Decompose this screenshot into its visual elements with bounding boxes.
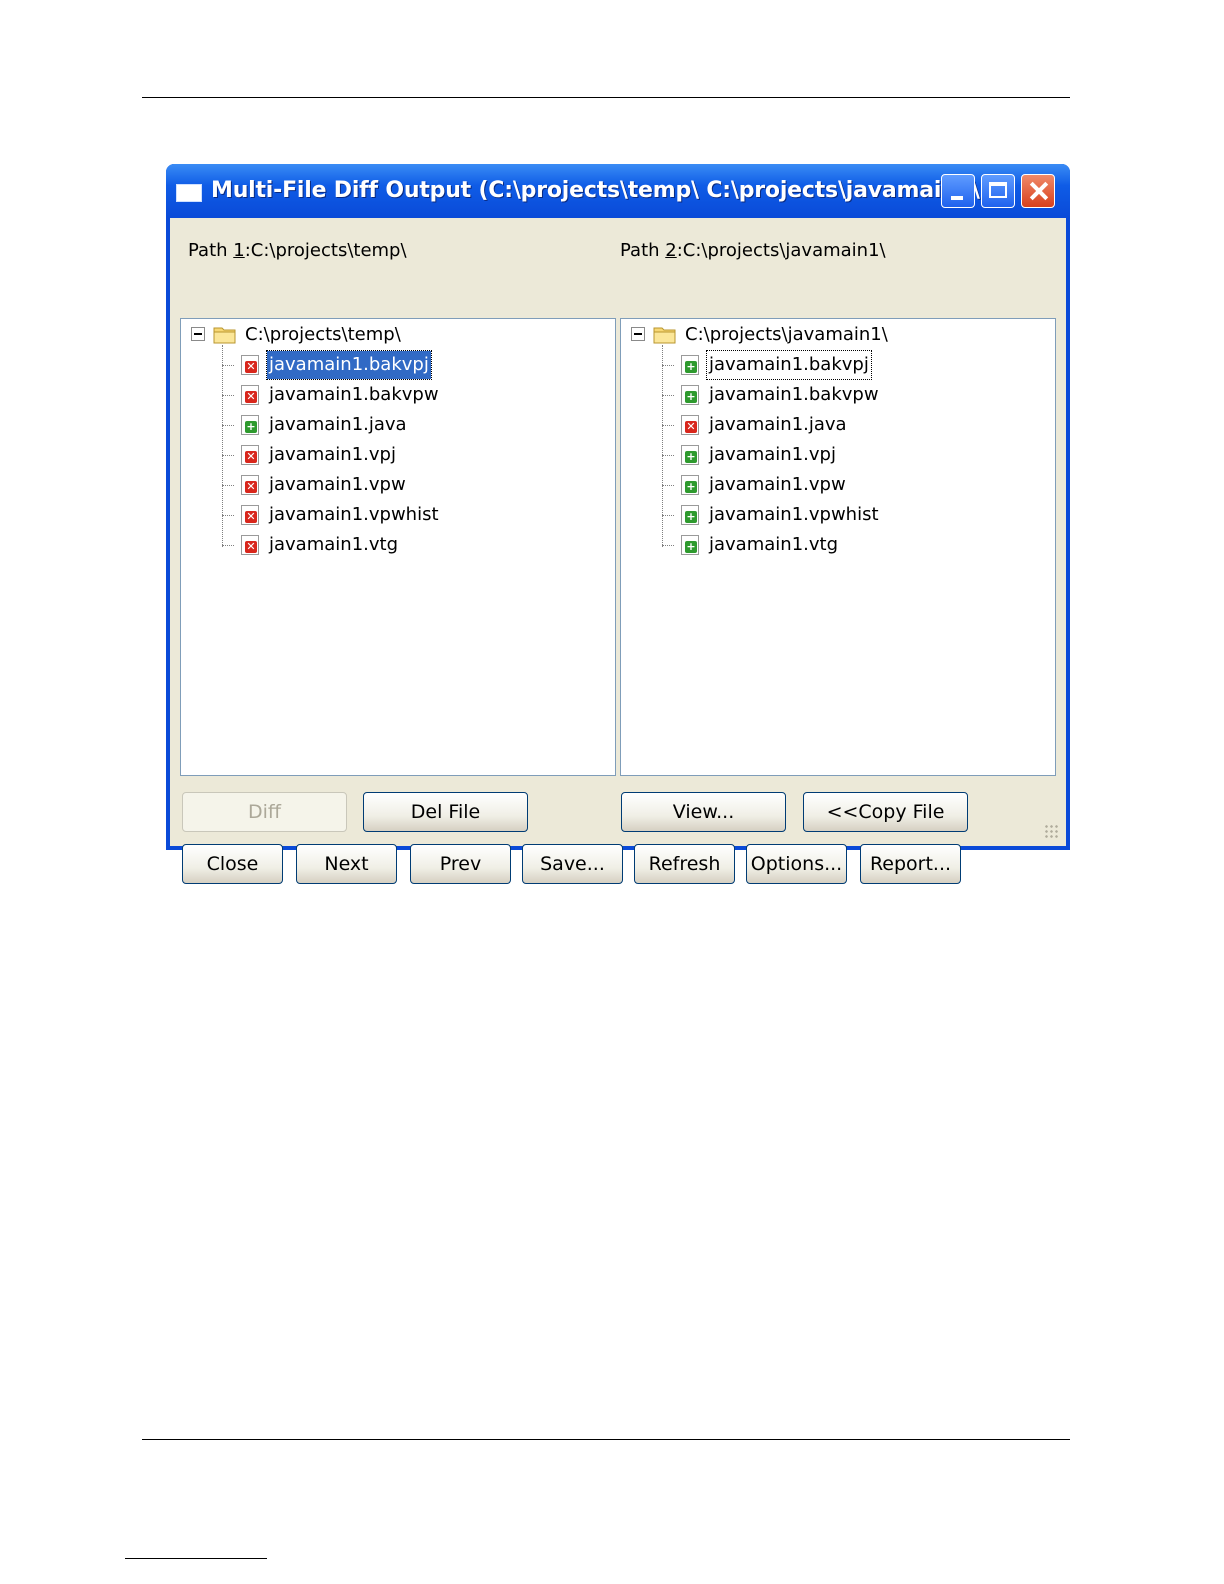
- path1-label: Path 1:C:\projects\temp\: [188, 240, 407, 261]
- minimize-icon[interactable]: [941, 174, 975, 208]
- file-name: javamain1.vpw: [709, 474, 846, 495]
- file-name: javamain1.vpwhist: [709, 504, 879, 525]
- file-name: javamain1.vpwhist: [269, 504, 439, 525]
- collapse-icon[interactable]: [631, 327, 645, 341]
- refresh-button[interactable]: Refresh: [634, 844, 735, 884]
- file-deleted-icon: ✕: [681, 415, 699, 435]
- tree-connector: [662, 395, 674, 396]
- tree-connector: [662, 545, 674, 546]
- diff-button: Diff: [182, 792, 347, 832]
- file-deleted-icon: ✕: [241, 355, 259, 375]
- file-deleted-icon: ✕: [241, 535, 259, 555]
- file-added-icon: +: [681, 445, 699, 465]
- file-added-icon: +: [681, 475, 699, 495]
- header-rule: [142, 97, 1070, 98]
- file-name: javamain1.bakvpw: [709, 384, 879, 405]
- file-name: javamain1.java: [709, 414, 847, 435]
- collapse-icon[interactable]: [191, 327, 205, 341]
- file-name: javamain1.vpw: [269, 474, 406, 495]
- title-bar[interactable]: Multi-File Diff Output (C:\projects\temp…: [166, 164, 1070, 218]
- tree-connector: [662, 455, 674, 456]
- close-button[interactable]: Close: [182, 844, 283, 884]
- folder-icon: [213, 327, 236, 344]
- maximize-icon[interactable]: [981, 174, 1015, 208]
- file-added-icon: +: [681, 505, 699, 525]
- del-file-button[interactable]: Del File: [363, 792, 528, 832]
- file-name: javamain1.vpj: [709, 444, 836, 465]
- tree-connector: [222, 455, 234, 456]
- root-folder-label: C:\projects\javamain1\: [685, 324, 888, 345]
- tree-connector: [222, 365, 234, 366]
- file-name: javamain1.bakvpj: [706, 350, 872, 380]
- file-deleted-icon: ✕: [241, 445, 259, 465]
- save-button[interactable]: Save...: [522, 844, 623, 884]
- tree-connector: [662, 365, 674, 366]
- prev-button[interactable]: Prev: [410, 844, 511, 884]
- footnote-rule: [125, 1558, 267, 1559]
- file-name: javamain1.vtg: [269, 534, 398, 555]
- file-deleted-icon: ✕: [241, 475, 259, 495]
- tree-connector: [222, 485, 234, 486]
- report-button[interactable]: Report...: [860, 844, 961, 884]
- tree-connector: [222, 515, 234, 516]
- tree-connector: [222, 545, 234, 546]
- footer-rule: [142, 1439, 1070, 1440]
- next-button[interactable]: Next: [296, 844, 397, 884]
- options-button[interactable]: Options...: [746, 844, 847, 884]
- right-file-tree[interactable]: C:\projects\javamain1\ + javamain1.bakvpj +…: [620, 318, 1056, 776]
- folder-icon: [653, 327, 676, 344]
- tree-connector: [222, 345, 223, 547]
- left-file-tree[interactable]: C:\projects\temp\ ✕ javamain1.bakvpj ✕ javam…: [180, 318, 616, 776]
- file-added-icon: +: [681, 535, 699, 555]
- close-icon[interactable]: [1021, 174, 1055, 208]
- file-name: javamain1.vtg: [709, 534, 838, 555]
- file-name: javamain1.vpj: [269, 444, 396, 465]
- tree-connector: [222, 395, 234, 396]
- tree-connector: [222, 425, 234, 426]
- tree-connector: [662, 345, 663, 547]
- file-added-icon: +: [241, 415, 259, 435]
- view-button[interactable]: View...: [621, 792, 786, 832]
- resize-grip-icon[interactable]: [1044, 824, 1060, 840]
- root-folder-label: C:\projects\temp\: [245, 324, 401, 345]
- file-name: javamain1.bakvpj: [266, 350, 432, 380]
- copy-file-button[interactable]: <<Copy File: [803, 792, 968, 832]
- file-added-icon: +: [681, 355, 699, 375]
- file-deleted-icon: ✕: [241, 505, 259, 525]
- file-added-icon: +: [681, 385, 699, 405]
- file-name: javamain1.bakvpw: [269, 384, 439, 405]
- file-deleted-icon: ✕: [241, 385, 259, 405]
- tree-connector: [662, 515, 674, 516]
- tree-connector: [662, 425, 674, 426]
- tree-connector: [662, 485, 674, 486]
- dialog-client: Path 1:C:\projects\temp\ Path 2:C:\proje…: [170, 218, 1066, 884]
- diff-output-window: Multi-File Diff Output (C:\projects\temp…: [166, 164, 1070, 884]
- path2-label: Path 2:C:\projects\javamain1\: [620, 240, 886, 261]
- window-title: Multi-File Diff Output (C:\projects\temp…: [211, 178, 990, 203]
- window-icon: [176, 184, 202, 202]
- file-name: javamain1.java: [269, 414, 407, 435]
